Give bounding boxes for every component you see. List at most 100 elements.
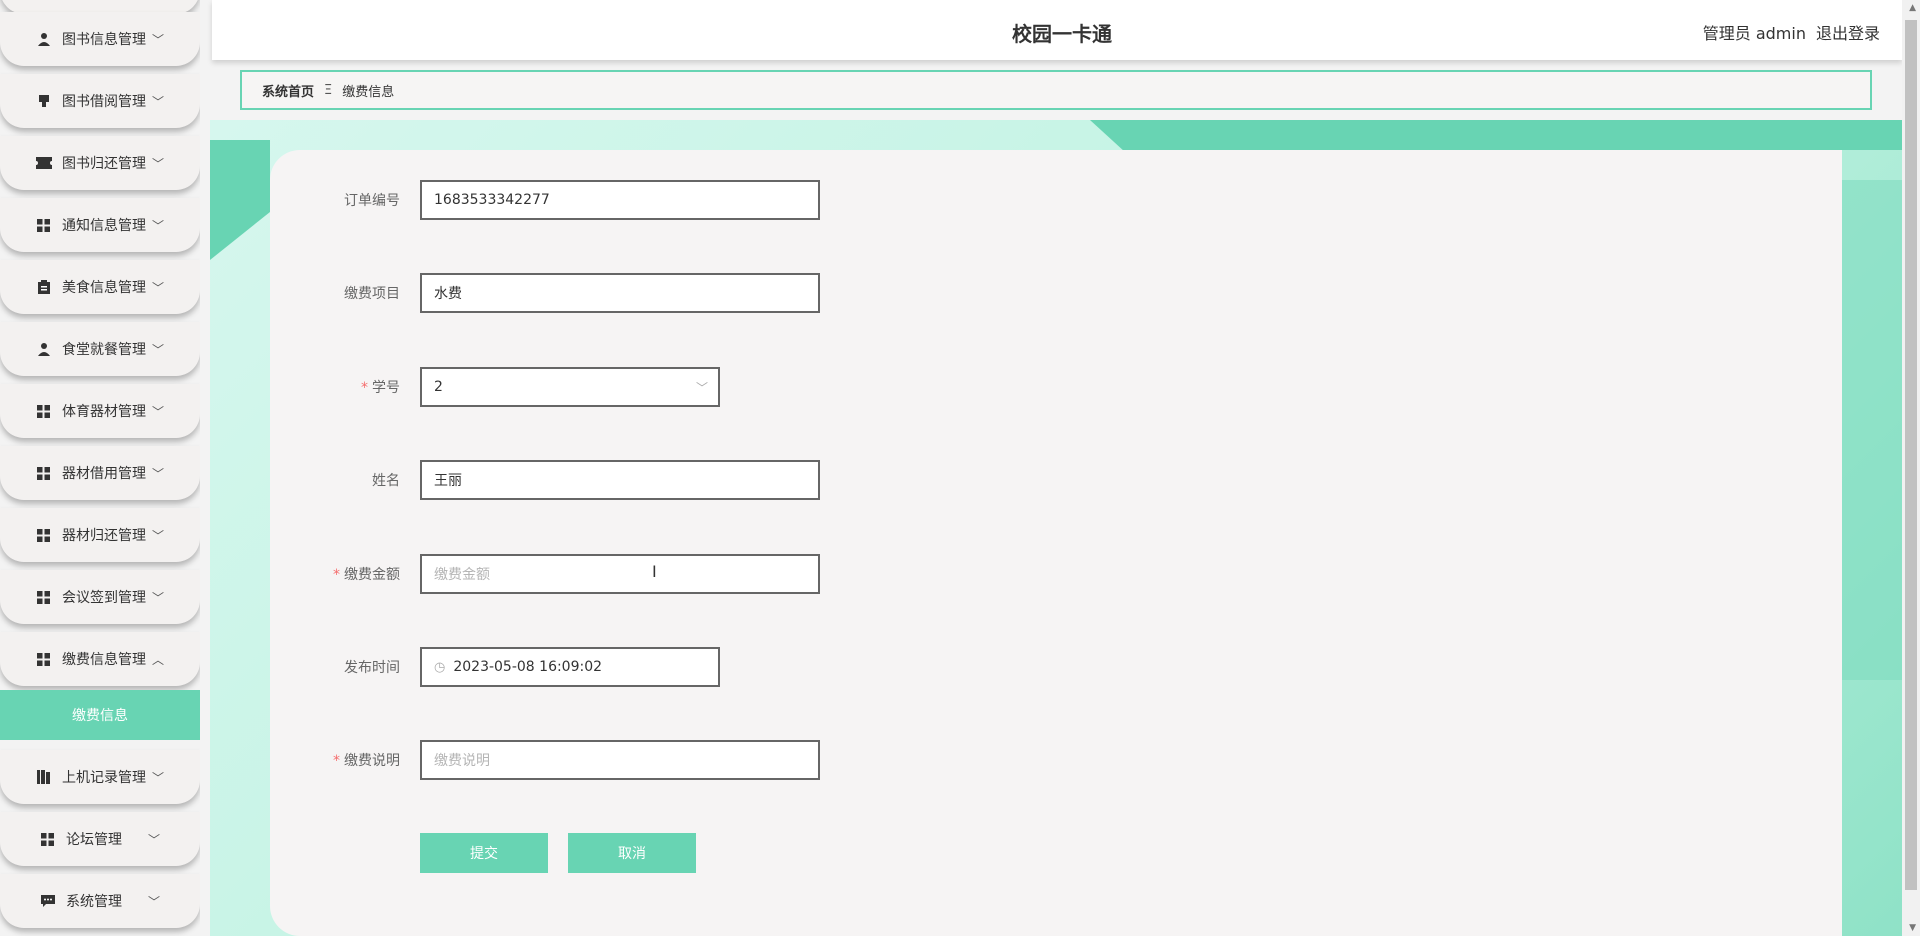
form-row-publish-time: 发布时间 ◷ 2023-05-08 16:09:02	[270, 647, 1270, 687]
sidebar-item-canteen[interactable]: 食堂就餐管理 ﹀	[0, 322, 200, 376]
sidebar-item-label: 系统管理	[65, 894, 122, 910]
sidebar-item-sports-equipment[interactable]: 体育器材管理 ﹀	[0, 384, 200, 438]
student-id-select[interactable]: 2 ﹀	[420, 367, 720, 407]
chevron-down-icon: ﹀	[151, 280, 164, 295]
sidebar-item-book-return[interactable]: 图书归还管理 ﹀	[0, 136, 200, 190]
name-input[interactable]: 王丽	[420, 460, 820, 500]
required-mark: *	[333, 567, 340, 583]
sidebar-item-label: 通知信息管理	[61, 218, 146, 234]
breadcrumb-current: 缴费信息	[342, 84, 395, 100]
fee-item-label: 缴费项目	[344, 286, 400, 302]
student-id-value: 2	[434, 379, 443, 395]
sidebar-item-payment[interactable]: 缴费信息管理 ︿	[0, 632, 200, 686]
chevron-down-icon: ﹀	[695, 381, 708, 395]
note-placeholder: 缴费说明	[434, 753, 490, 769]
form-row-order-no: 订单编号 1683533342277	[270, 180, 1270, 220]
sidebar-item-label: 上机记录管理	[61, 770, 146, 786]
sidebar-item-equipment-return[interactable]: 器材归还管理 ﹀	[0, 508, 200, 562]
fee-item-input[interactable]: 水费	[420, 273, 820, 313]
name-value: 王丽	[434, 473, 462, 489]
chevron-down-icon: ﹀	[151, 770, 164, 785]
chevron-down-icon: ﹀	[147, 894, 160, 909]
sidebar-item-label: 器材借用管理	[61, 466, 146, 482]
sidebar-item-label: 美食信息管理	[61, 280, 146, 296]
sidebar-item-label: 会议签到管理	[61, 590, 146, 606]
order-no-value: 1683533342277	[434, 192, 550, 208]
admin-user-label: 管理员 admin	[1702, 24, 1806, 43]
sidebar-item-computer-log[interactable]: 上机记录管理 ﹀	[0, 750, 200, 804]
amount-placeholder: 缴费金额	[434, 567, 490, 583]
sidebar-item-system[interactable]: 系统管理 ﹀	[0, 874, 200, 928]
amount-label: * 缴费金额	[333, 567, 400, 583]
grid-icon	[36, 589, 52, 605]
sidebar-item-label: 图书信息管理	[61, 32, 146, 48]
chevron-down-icon: ﹀	[151, 94, 164, 109]
publish-time-value: 2023-05-08 16:09:02	[453, 659, 603, 675]
publish-time-picker[interactable]: ◷ 2023-05-08 16:09:02	[420, 647, 720, 687]
sidebar-item-equipment-borrow[interactable]: 器材借用管理 ﹀	[0, 446, 200, 500]
form-row-fee-item: 缴费项目 水费	[270, 273, 1270, 313]
required-mark: *	[361, 380, 368, 396]
sidebar-item-label: 缴费信息管理	[61, 652, 146, 668]
text-cursor-icon: I	[652, 562, 657, 581]
note-input[interactable]: 缴费说明	[420, 740, 820, 780]
amount-input[interactable]: 缴费金额 I	[420, 554, 820, 594]
chevron-down-icon: ﹀	[151, 32, 164, 47]
form-row-note: * 缴费说明 缴费说明	[270, 740, 1270, 780]
logout-link[interactable]: 退出登录	[1816, 20, 1880, 44]
sidebar: 图书信息管理 ﹀ 图书借阅管理 ﹀ 图书归还管理 ﹀ 通知信息管理 ﹀ 美食信息…	[0, 0, 200, 936]
breadcrumb: 系统首页 Ξ 缴费信息	[240, 70, 1872, 110]
scroll-down-icon[interactable]: ▼	[1909, 923, 1916, 933]
form-row-name: 姓名 王丽	[270, 460, 1270, 500]
chat-icon	[40, 893, 56, 909]
sidebar-item-meeting[interactable]: 会议签到管理 ﹀	[0, 570, 200, 624]
breadcrumb-separator: Ξ	[324, 82, 333, 98]
breadcrumb-home[interactable]: 系统首页	[262, 81, 314, 100]
sidebar-item-book-info[interactable]: 图书信息管理 ﹀	[0, 12, 200, 66]
payment-form: 订单编号 1683533342277 缴费项目 水费 * 学号 2 ﹀ 姓名 王丽…	[270, 150, 1842, 936]
sidebar-item-forum[interactable]: 论坛管理 ﹀	[0, 812, 200, 866]
chevron-down-icon: ﹀	[151, 156, 164, 171]
grid-icon	[36, 651, 52, 667]
app-title: 校园一卡通	[1012, 22, 1112, 46]
cancel-button[interactable]: 取消	[568, 833, 696, 873]
header-user-area: 管理员 admin 退出登录	[1703, 20, 1880, 44]
sidebar-item-label: 体育器材管理	[61, 404, 146, 420]
chevron-down-icon: ﹀	[151, 466, 164, 481]
user-icon	[36, 341, 52, 357]
note-label: * 缴费说明	[333, 753, 400, 769]
decor-band-top	[1090, 120, 1902, 150]
clipboard-icon	[36, 279, 52, 295]
required-mark: *	[333, 753, 340, 769]
grid-icon	[36, 217, 52, 233]
grid-icon	[36, 527, 52, 543]
student-id-label: * 学号	[361, 380, 400, 396]
form-row-student-id: * 学号 2 ﹀	[270, 367, 1270, 407]
page-scrollbar[interactable]: ▲ ▼	[1902, 0, 1920, 936]
name-label: 姓名	[372, 473, 400, 489]
chevron-down-icon: ﹀	[151, 590, 164, 605]
sidebar-item-label: 论坛管理	[65, 832, 122, 848]
form-row-amount: * 缴费金额 缴费金额 I	[270, 554, 1270, 594]
sidebar-item-notice[interactable]: 通知信息管理 ﹀	[0, 198, 200, 252]
submit-button[interactable]: 提交	[420, 833, 548, 873]
sidebar-item-label: 图书借阅管理	[61, 94, 146, 110]
chevron-down-icon: ﹀	[151, 528, 164, 543]
chevron-down-icon: ﹀	[151, 404, 164, 419]
grid-icon	[36, 465, 52, 481]
stamp-icon	[36, 93, 52, 109]
sidebar-item-food[interactable]: 美食信息管理 ﹀	[0, 260, 200, 314]
clock-icon: ◷	[434, 659, 446, 675]
chevron-down-icon: ﹀	[151, 342, 164, 357]
decor-band-left	[210, 140, 270, 260]
sidebar-subitem-payment-info[interactable]: 缴费信息	[0, 690, 200, 740]
order-no-input[interactable]: 1683533342277	[420, 180, 820, 220]
publish-time-label: 发布时间	[344, 660, 400, 676]
grid-icon	[36, 403, 52, 419]
sidebar-item-book-borrow[interactable]: 图书借阅管理 ﹀	[0, 74, 200, 128]
scroll-thumb[interactable]	[1905, 20, 1917, 890]
chevron-down-icon: ﹀	[147, 832, 160, 847]
scroll-up-icon[interactable]: ▲	[1909, 3, 1916, 13]
chevron-up-icon: ︿	[151, 652, 164, 667]
top-header: 校园一卡通 管理员 admin 退出登录	[212, 0, 1902, 60]
